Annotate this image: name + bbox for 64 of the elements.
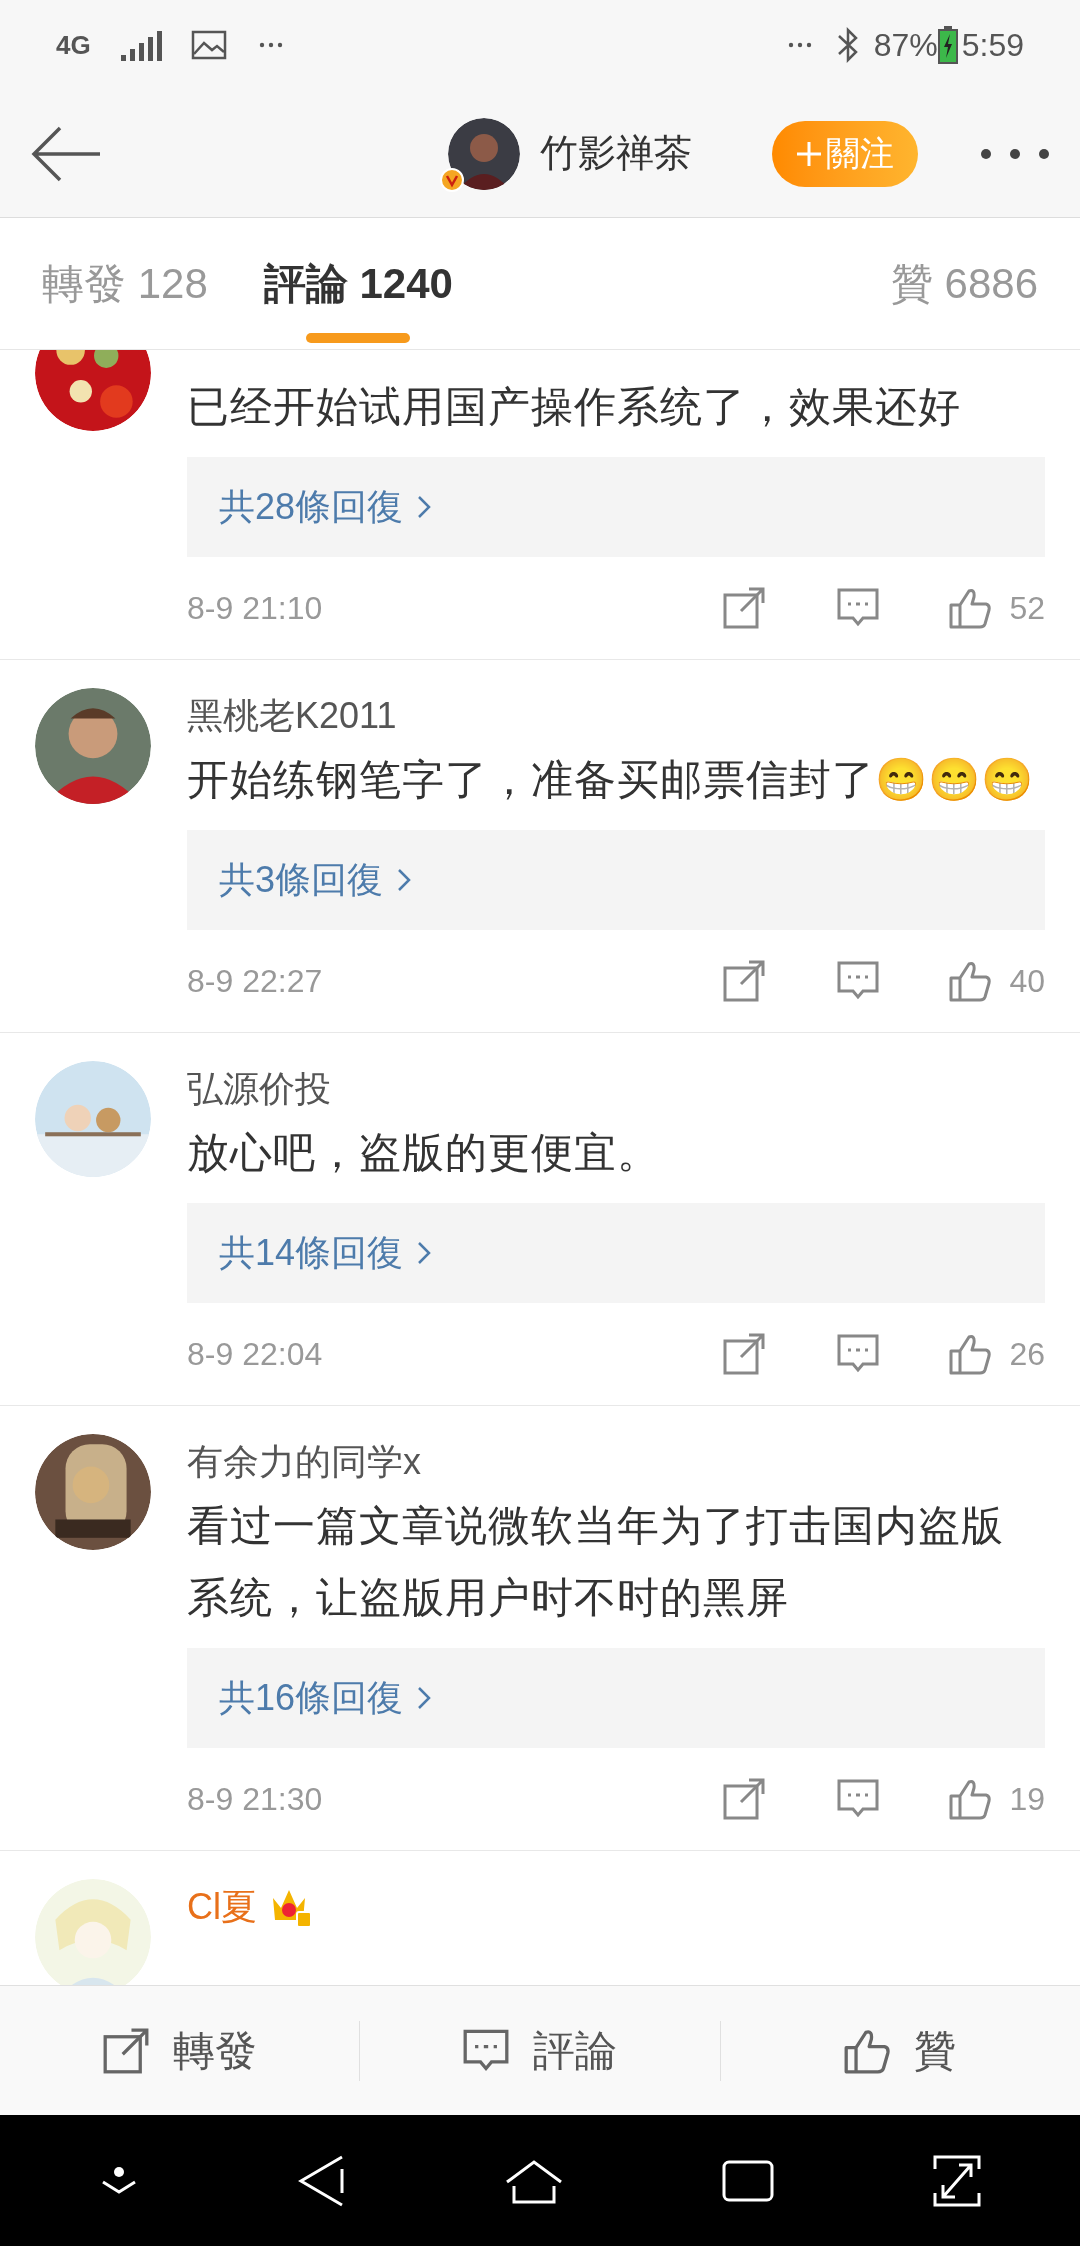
tab[interactable]: 贊 6886: [890, 218, 1038, 349]
timestamp: 8-9 22:27: [187, 962, 324, 1001]
timestamp: 8-9 22:04: [187, 1335, 324, 1374]
timestamp: 8-9 21:10: [187, 589, 324, 628]
user-name[interactable]: 有余力的同学x: [187, 1435, 421, 1489]
replies-link[interactable]: 共14條回復: [187, 1203, 1045, 1303]
thumbs-up-icon[interactable]: [949, 960, 992, 1002]
thumbs-up-icon: [844, 2027, 891, 2074]
more-icon: [258, 42, 283, 48]
recent-apps-icon[interactable]: [721, 2159, 774, 2202]
back-icon[interactable]: [30, 124, 102, 183]
user-name: 竹影禅茶: [540, 131, 692, 176]
comment-icon[interactable]: [837, 1333, 880, 1375]
comment-icon[interactable]: [837, 587, 880, 629]
thumbs-up-icon[interactable]: [949, 1333, 992, 1375]
user-name[interactable]: 黑桃老K2011: [187, 689, 397, 743]
user-avatar[interactable]: [448, 117, 520, 190]
share-icon: [102, 2027, 149, 2074]
timestamp: 8-9 21:30: [187, 1780, 324, 1819]
image-icon: [190, 30, 227, 60]
avatar[interactable]: [35, 688, 151, 804]
like-count: 26: [1009, 1335, 1045, 1374]
plus-icon: [796, 140, 822, 167]
like-count: 19: [1009, 1780, 1045, 1819]
more-icon[interactable]: [980, 147, 1050, 160]
home-icon[interactable]: [505, 2157, 563, 2204]
thumbs-up-icon[interactable]: [949, 587, 992, 629]
user-name[interactable]: Cl夏: [187, 1880, 257, 1934]
share-icon[interactable]: [723, 587, 766, 629]
action-button[interactable]: 評論: [360, 1986, 720, 2115]
battery-percent: 87%: [873, 26, 938, 65]
replies-link[interactable]: 共3條回復: [187, 830, 1045, 930]
comment-text: 已经开始试用国产操作系统了，效果还好: [187, 382, 962, 432]
user-name[interactable]: 弘源价投: [187, 1062, 331, 1116]
signal-icon: [120, 29, 163, 61]
thumbs-up-icon[interactable]: [949, 1778, 992, 1820]
more-icon: [787, 42, 812, 48]
comment-text: 看过一篇文章说微软当年为了打击国内盗版系统，让盗版用户时不时的黑屏: [187, 1501, 1005, 1623]
battery-icon: [937, 26, 958, 64]
comment-icon[interactable]: [837, 1778, 880, 1820]
like-count: 52: [1009, 589, 1045, 628]
action-button[interactable]: 贊: [720, 1986, 1080, 2115]
chevron-icon: [417, 1241, 432, 1265]
share-icon[interactable]: [723, 960, 766, 1002]
like-count: 40: [1009, 962, 1045, 1001]
replies-link[interactable]: 共28條回復: [187, 457, 1045, 557]
comment-text: 开始练钢笔字了，准备买邮票信封了😁😁😁: [187, 755, 1035, 805]
share-icon[interactable]: [723, 1778, 766, 1820]
share-icon[interactable]: [723, 1333, 766, 1375]
comment-icon[interactable]: [837, 960, 880, 1002]
tab[interactable]: 轉發 128: [42, 218, 208, 349]
chevron-icon: [397, 868, 412, 892]
follow-button[interactable]: 關注: [772, 120, 918, 187]
back-icon[interactable]: [298, 2154, 347, 2207]
comment-text: 放心吧，盗版的更便宜。: [187, 1128, 661, 1178]
clock: 5:59: [961, 26, 1024, 65]
expand-icon[interactable]: [932, 2154, 981, 2207]
avatar[interactable]: [35, 1434, 151, 1550]
chevron-icon: [417, 1686, 432, 1710]
replies-link[interactable]: 共16條回復: [187, 1648, 1045, 1748]
chevron-icon: [417, 495, 432, 519]
network-indicator: 4G: [56, 28, 91, 62]
action-button[interactable]: 轉發: [0, 1986, 360, 2115]
tab[interactable]: 評論 1240: [263, 218, 453, 349]
